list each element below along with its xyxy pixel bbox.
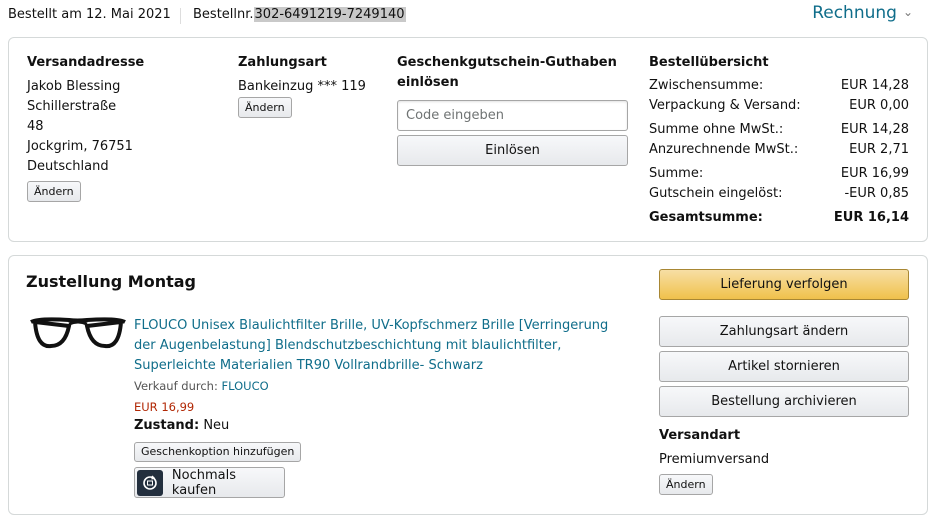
order-date: Bestellt am 12. Mai 2021 <box>8 7 171 22</box>
total-value: EUR 16,14 <box>833 210 909 225</box>
payment-heading: Zahlungsart <box>238 55 327 70</box>
total-row: Gesamtsumme: EUR 16,14 <box>649 210 909 230</box>
summary-row: Verpackung & Versand: EUR 0,00 <box>649 98 909 118</box>
change-payment-method-button[interactable]: Zahlungsart ändern <box>659 316 909 347</box>
delivery-title: Zustellung Montag <box>26 272 196 291</box>
condition-label: Zustand: <box>134 418 200 433</box>
address-line: Deutschland <box>27 159 109 174</box>
archive-order-button[interactable]: Bestellung archivieren <box>659 386 909 417</box>
order-overview-heading: Bestellübersicht <box>649 55 769 70</box>
payment-section: Zahlungsart Bankeinzug *** 119 Ändern <box>238 53 388 118</box>
invoice-label: Rechnung <box>812 3 897 23</box>
gift-card-section: Geschenkgutschein-Guthaben einlösen Code… <box>397 53 632 188</box>
invoice-dropdown[interactable]: Rechnung ⌄ <box>812 3 913 23</box>
add-gift-option-button[interactable]: Geschenkoption hinzufügen <box>134 442 302 462</box>
order-overview-section: Bestellübersicht Zwischensumme: EUR 14,28… <box>649 53 911 233</box>
buy-again-label: Nochmals kaufen <box>171 467 236 498</box>
summary-label: Verpackung & Versand: <box>649 98 801 113</box>
summary-row: Summe: EUR 16,99 <box>649 166 909 186</box>
summary-value: EUR 14,28 <box>840 122 909 137</box>
change-address-button[interactable]: Ändern <box>27 181 81 202</box>
summary-value: EUR 2,71 <box>849 142 909 157</box>
summary-value: EUR 16,99 <box>840 166 909 181</box>
address-line: Jakob Blessing <box>27 79 121 94</box>
summary-value: -EUR 0,85 <box>844 186 909 201</box>
order-header: Bestellt am 12. Mai 2021 Bestellnr.302-6… <box>8 3 929 27</box>
gift-card-heading: Geschenkgutschein-Guthaben <box>397 55 617 70</box>
summary-label: Summe ohne MwSt.: <box>649 122 784 137</box>
buy-again-icon <box>137 469 163 496</box>
glasses-image[interactable] <box>29 314 127 354</box>
order-number: 302-6491219-7249140 <box>253 7 406 22</box>
change-payment-button[interactable]: Ändern <box>238 97 292 118</box>
shipping-method-section: Versandart Premiumversand Ändern <box>659 426 769 495</box>
order-number-label: Bestellnr.302-6491219-7249140 <box>193 7 406 22</box>
shipping-address-heading: Versandadresse <box>27 55 145 70</box>
delivery-box: Zustellung Montag FLOUCO Unisex Blaulich… <box>8 255 928 515</box>
sold-by-label: Verkauf durch: <box>134 379 218 393</box>
change-shipping-method-button[interactable]: Ändern <box>659 474 713 495</box>
redeem-button[interactable]: Einlösen <box>397 135 628 166</box>
item-price: EUR 16,99 <box>134 400 195 414</box>
total-label: Gesamtsumme: <box>649 210 763 225</box>
shipping-method-value: Premiumversand <box>659 452 770 467</box>
address-line: Jockgrim, 76751 <box>27 139 133 154</box>
sold-by: Verkauf durch: FLOUCO <box>134 379 269 393</box>
summary-row: Gutschein eingelöst: -EUR 0,85 <box>649 186 909 206</box>
address-line: Schillerstraße <box>27 99 117 114</box>
summary-row: Anzurechnende MwSt.: EUR 2,71 <box>649 142 909 162</box>
item-condition: Zustand: Neu <box>134 418 229 433</box>
summary-label: Summe: <box>649 166 704 181</box>
chevron-down-icon: ⌄ <box>902 5 913 19</box>
refresh-icon <box>143 475 157 490</box>
order-summary-box: Versandadresse Jakob Blessing Schillerst… <box>8 37 928 242</box>
glasses-icon <box>30 317 126 349</box>
condition-value: Neu <box>203 418 230 433</box>
product-title-link[interactable]: FLOUCO Unisex Blaulichtfilter Brille, UV… <box>134 316 634 376</box>
address-line: 48 <box>27 119 44 134</box>
shipping-method-heading: Versandart <box>659 428 741 443</box>
buy-again-button[interactable]: Nochmals kaufen <box>134 467 285 498</box>
order-number-prefix: Bestellnr. <box>193 7 254 22</box>
header-divider <box>180 8 181 24</box>
cancel-item-button[interactable]: Artikel stornieren <box>659 351 909 382</box>
shipping-address-section: Versandadresse Jakob Blessing Schillerst… <box>27 53 217 202</box>
gift-card-heading-2: einlösen <box>397 75 459 90</box>
summary-value: EUR 14,28 <box>840 78 909 93</box>
summary-row: Summe ohne MwSt.: EUR 14,28 <box>649 122 909 142</box>
seller-link[interactable]: FLOUCO <box>221 379 268 393</box>
payment-method: Bankeinzug *** 119 <box>238 79 366 94</box>
summary-label: Gutschein eingelöst: <box>649 186 783 201</box>
gift-code-input[interactable]: Code eingeben <box>397 100 628 131</box>
track-delivery-button[interactable]: Lieferung verfolgen <box>659 269 909 300</box>
summary-label: Anzurechnende MwSt.: <box>649 142 799 157</box>
summary-label: Zwischensumme: <box>649 78 764 93</box>
summary-row: Zwischensumme: EUR 14,28 <box>649 78 909 98</box>
summary-value: EUR 0,00 <box>849 98 909 113</box>
